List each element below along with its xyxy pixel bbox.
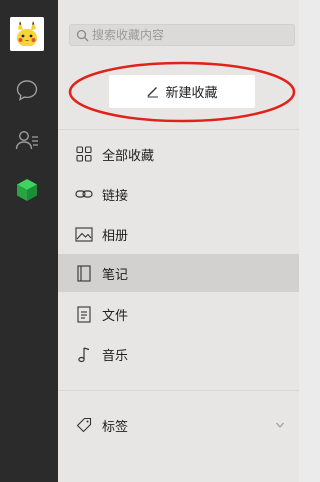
category-label: 链接 <box>102 188 129 204</box>
category-label: 文件 <box>102 308 129 324</box>
search-input[interactable] <box>92 26 288 44</box>
link-icon <box>75 185 93 203</box>
category-all[interactable]: 全部收藏 <box>58 135 299 173</box>
divider <box>58 390 299 391</box>
divider <box>58 129 299 130</box>
tags-section[interactable]: 标签 <box>58 406 299 444</box>
avatar[interactable] <box>10 17 44 51</box>
pikachu-avatar-icon <box>10 17 44 51</box>
search-box[interactable] <box>69 24 295 46</box>
notebook-icon <box>75 264 93 282</box>
contacts-icon[interactable] <box>13 126 41 154</box>
image-icon <box>75 225 93 243</box>
grid-icon <box>75 145 93 163</box>
category-links[interactable]: 链接 <box>58 175 299 213</box>
tags-label: 标签 <box>102 419 129 435</box>
pencil-icon <box>147 87 159 98</box>
category-label: 笔记 <box>102 267 129 283</box>
new-favorite-label: 新建收藏 <box>165 86 218 101</box>
category-label: 相册 <box>102 228 129 244</box>
search-icon <box>76 29 89 42</box>
new-favorite-button[interactable]: 新建收藏 <box>109 75 255 108</box>
favorites-cube-icon[interactable] <box>13 176 41 204</box>
favorites-panel: 新建收藏 全部收藏 链接 <box>58 0 299 482</box>
category-music[interactable]: 音乐 <box>58 335 299 373</box>
category-label: 全部收藏 <box>102 148 155 164</box>
category-album[interactable]: 相册 <box>58 215 299 253</box>
nav-rail <box>0 0 58 482</box>
category-notes[interactable]: 笔记 <box>58 254 299 292</box>
music-note-icon <box>75 345 93 363</box>
category-files[interactable]: 文件 <box>58 295 299 333</box>
category-label: 音乐 <box>102 348 129 364</box>
chevron-down-icon[interactable] <box>275 420 285 430</box>
chat-icon[interactable] <box>13 76 41 104</box>
tag-icon <box>75 416 93 434</box>
document-icon <box>75 305 93 323</box>
